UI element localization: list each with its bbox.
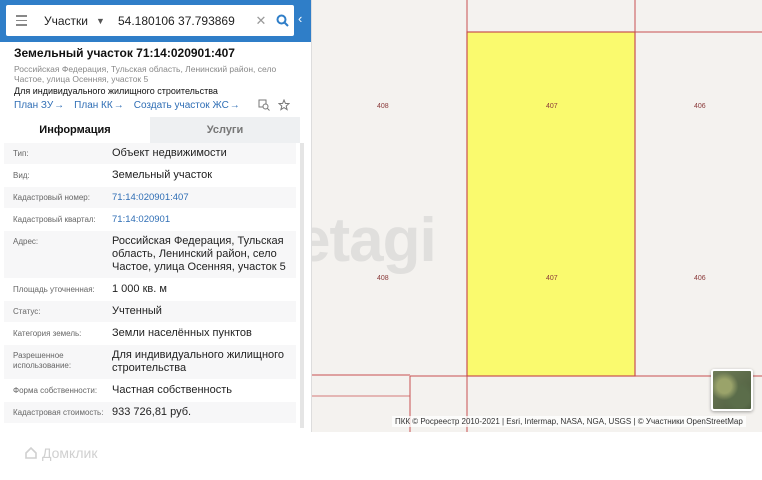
search-bar: Участки ▼ 54.180106 37.793869 ✕ ‹ bbox=[0, 0, 311, 42]
table-row: Кадастровый квартал: 71:14:020901 bbox=[4, 209, 296, 231]
logo-text: Домклик bbox=[42, 445, 98, 461]
table-row: Кадастровая стоимость: 933 726,81 руб. bbox=[4, 402, 296, 424]
plot-label: 408 bbox=[377, 103, 389, 110]
domclick-logo: Домклик bbox=[24, 445, 97, 461]
cadastral-number-link[interactable]: 71:14:020901:407 bbox=[112, 191, 296, 204]
parcel-purpose: Для индивидуального жилищного строительс… bbox=[14, 86, 218, 96]
row-label: Вид: bbox=[13, 171, 30, 180]
cadastral-quarter-link[interactable]: 71:14:020901 bbox=[112, 213, 296, 226]
highlighted-parcel[interactable] bbox=[466, 31, 636, 377]
plot-label: 407 bbox=[546, 103, 558, 110]
parcel-links: План ЗУ→ План КК→ Создать участок ЖС→ bbox=[14, 100, 240, 111]
plot-label: 406 bbox=[694, 275, 706, 282]
row-label: Площадь уточненная: bbox=[13, 285, 95, 294]
parcel-title: Земельный участок 71:14:020901:407 bbox=[14, 46, 235, 60]
table-row: Адрес: Российская Федерация, Тульская обл… bbox=[4, 231, 296, 279]
row-value: Для индивидуального жилищного строительс… bbox=[112, 349, 285, 374]
row-value: 933 726,81 руб. bbox=[112, 406, 192, 418]
row-value: 1 000 кв. м bbox=[112, 283, 167, 295]
watermark-text: etagi bbox=[296, 206, 437, 275]
row-value: Земельный участок bbox=[112, 169, 213, 181]
map-attribution: ПКК © Росреестр 2010-2021 | Esri, Interm… bbox=[392, 416, 746, 427]
row-value: Учтенный bbox=[112, 305, 162, 317]
star-icon[interactable] bbox=[278, 99, 290, 111]
plot-label: 407 bbox=[546, 275, 558, 282]
collapse-panel-icon[interactable]: ‹ bbox=[298, 11, 310, 31]
plot-label: 408 bbox=[377, 275, 389, 282]
category-select[interactable]: Участки ▼ bbox=[36, 14, 108, 28]
row-label: Форма собственности: bbox=[13, 386, 98, 395]
menu-icon[interactable] bbox=[6, 5, 36, 36]
panel-tabs: Информация Услуги bbox=[0, 117, 300, 143]
info-panel: Участки ▼ 54.180106 37.793869 ✕ ‹ Земель… bbox=[0, 0, 312, 432]
close-icon[interactable]: ✕ bbox=[252, 13, 270, 29]
info-table: Тип: Объект недвижимости Вид: Земельный уч… bbox=[4, 143, 296, 424]
panel-scrollbar[interactable] bbox=[300, 143, 304, 428]
table-row: Площадь уточненная: 1 000 кв. м bbox=[4, 279, 296, 301]
table-row: Разрешенное использование: Для индивидуал… bbox=[4, 345, 296, 380]
row-value: Российская Федерация, Тульская область, … bbox=[112, 235, 286, 273]
tab-information[interactable]: Информация bbox=[0, 117, 150, 143]
row-value: Объект недвижимости bbox=[112, 147, 227, 159]
search-icon[interactable] bbox=[270, 14, 294, 27]
plot-label: 406 bbox=[694, 103, 706, 110]
row-label: Категория земель: bbox=[13, 329, 82, 338]
table-row: Кадастровый номер: 71:14:020901:407 bbox=[4, 187, 296, 209]
chevron-down-icon: ▼ bbox=[96, 15, 105, 26]
zoom-to-icon[interactable] bbox=[258, 99, 270, 111]
row-label: Тип: bbox=[13, 149, 29, 158]
create-plot-link[interactable]: Создать участок ЖС→ bbox=[134, 100, 240, 111]
row-label: Адрес: bbox=[13, 237, 39, 246]
row-label: Статус: bbox=[13, 307, 41, 316]
row-label: Кадастровая стоимость: bbox=[13, 408, 104, 417]
table-row: Статус: Учтенный bbox=[4, 301, 296, 323]
row-value: Частная собственность bbox=[112, 384, 233, 396]
tab-services[interactable]: Услуги bbox=[150, 117, 300, 143]
table-row: Вид: Земельный участок bbox=[4, 165, 296, 187]
category-label: Участки bbox=[44, 13, 88, 28]
table-row: Форма собственности: Частная собственност… bbox=[4, 380, 296, 402]
row-label: Кадастровый квартал: bbox=[13, 215, 96, 224]
search-box: Участки ▼ 54.180106 37.793869 ✕ bbox=[6, 5, 294, 36]
house-icon bbox=[25, 446, 37, 459]
parcel-address: Российская Федерация, Тульская область, … bbox=[14, 64, 277, 84]
satellite-layer-toggle[interactable] bbox=[711, 369, 753, 411]
plan-kk-link[interactable]: План КК→ bbox=[74, 100, 124, 111]
plan-zu-link[interactable]: План ЗУ→ bbox=[14, 100, 64, 111]
parcel-tools bbox=[258, 99, 290, 111]
search-input[interactable]: 54.180106 37.793869 bbox=[108, 14, 252, 28]
table-row: Тип: Объект недвижимости bbox=[4, 143, 296, 165]
row-label: Разрешенное использование: bbox=[13, 351, 72, 370]
row-value: Земли населённых пунктов bbox=[112, 327, 252, 339]
table-row: Категория земель: Земли населённых пункто… bbox=[4, 323, 296, 345]
row-label: Кадастровый номер: bbox=[13, 193, 90, 202]
